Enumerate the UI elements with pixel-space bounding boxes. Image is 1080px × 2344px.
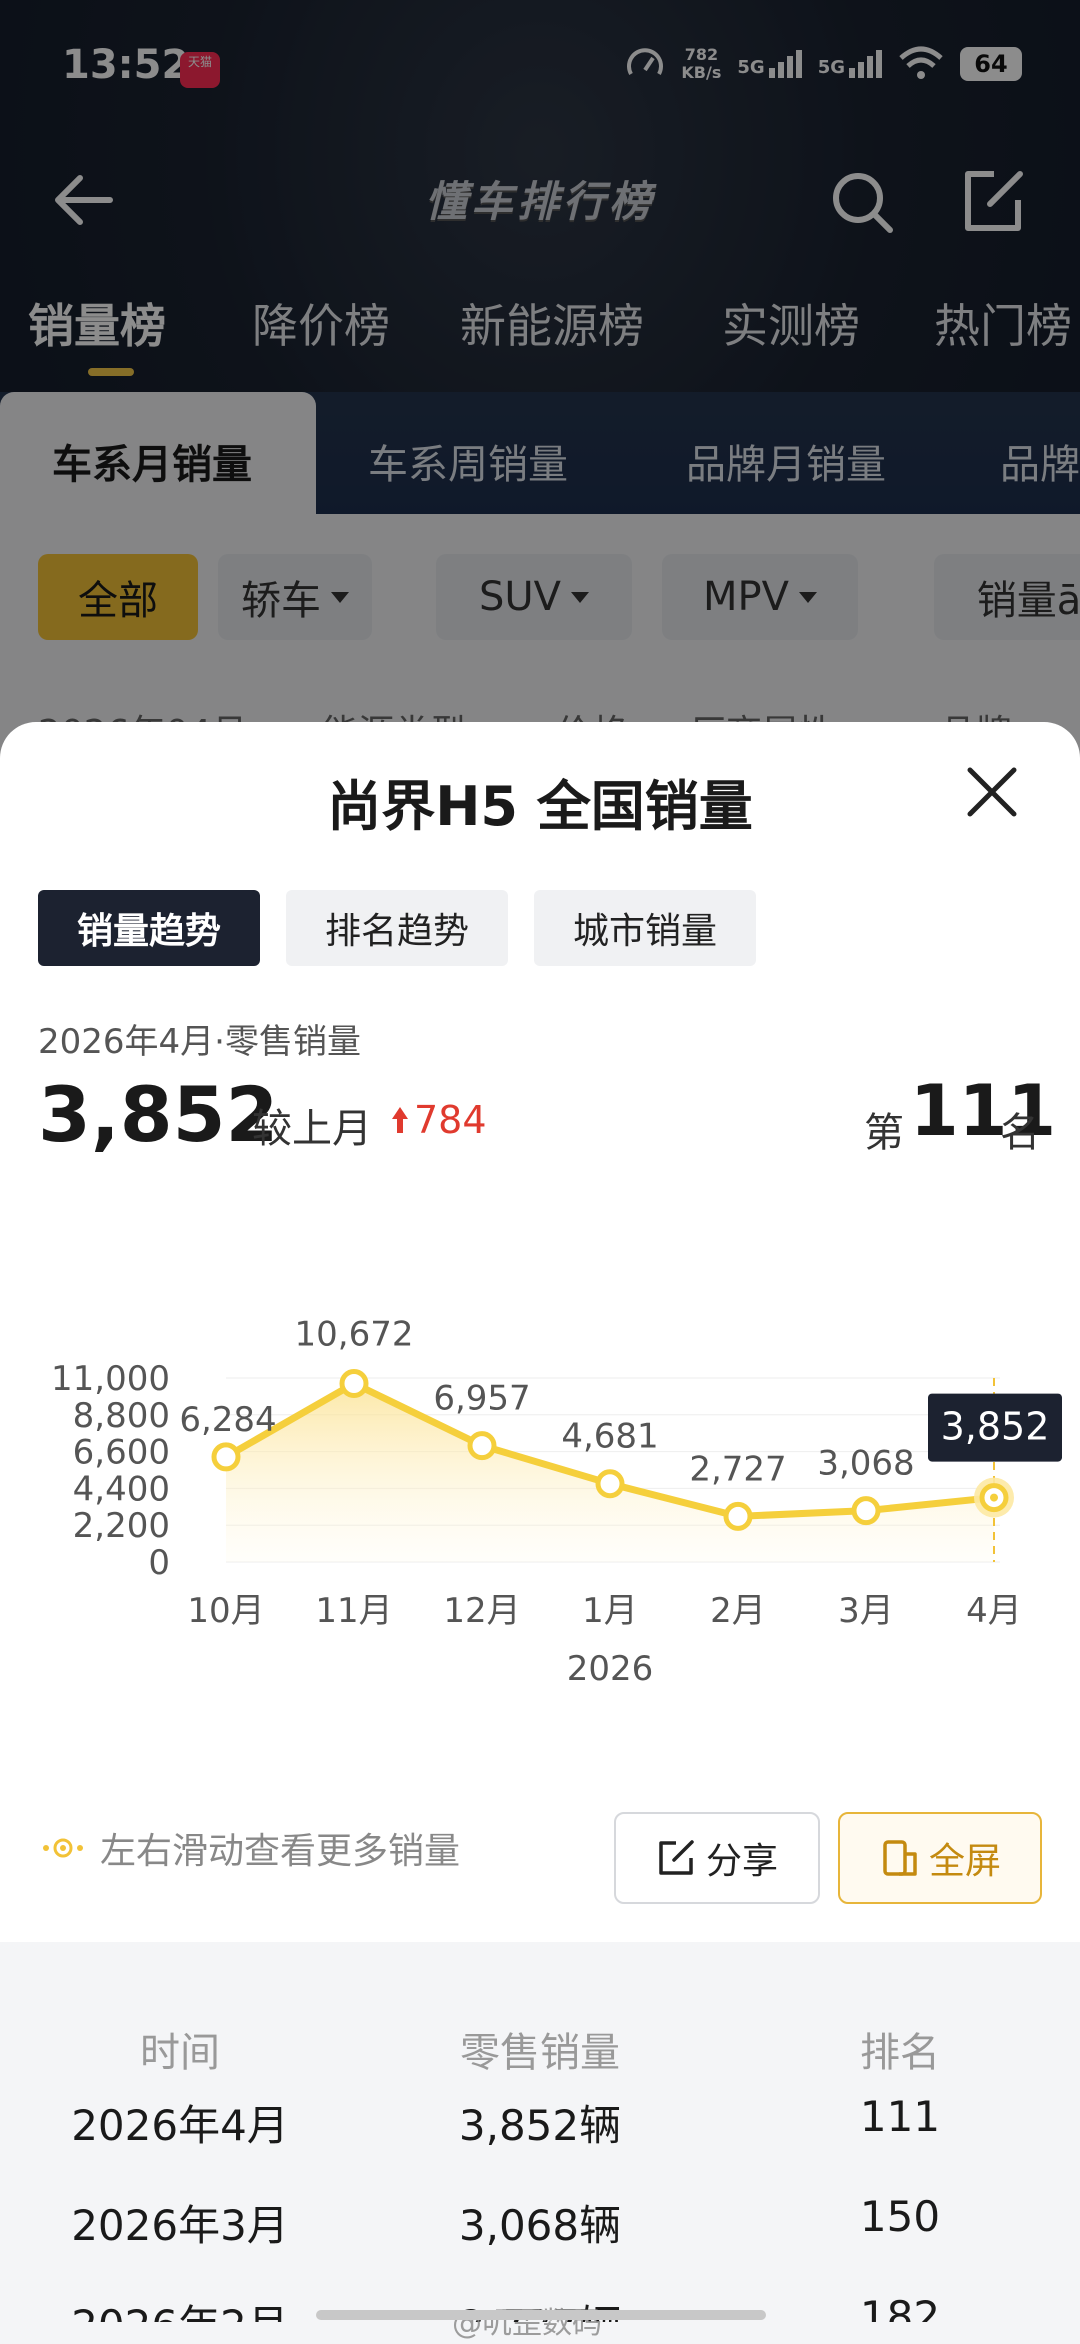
- data-point: [595, 1469, 625, 1499]
- swipe-dots-icon: [43, 1838, 83, 1858]
- y-tick-label: 2,200: [73, 1506, 170, 1546]
- period-label: 2026年4月·零售销量: [38, 1022, 361, 1062]
- rank-prefix: 第: [864, 1110, 904, 1156]
- y-tick-label: 4,400: [73, 1469, 170, 1509]
- y-tick-label: 6,600: [73, 1433, 170, 1473]
- tab-city-sales[interactable]: 城市销量: [534, 890, 756, 966]
- data-point: [339, 1368, 369, 1398]
- x-year-label: 2026: [567, 1649, 654, 1689]
- background-page: 13:52 天猫 782 KB/s 5G 5G 64 懂车排行榜 销量榜 降价榜…: [0, 0, 1080, 774]
- x-tick-label: 3月: [838, 1591, 894, 1631]
- sales-table: 时间 零售销量 排名 2026年4月 3,852辆 111 2026年3月 3,…: [0, 1942, 1080, 2344]
- col-header-rank: 排名: [860, 2030, 940, 2076]
- x-tick-label: 11月: [315, 1591, 392, 1631]
- data-point: [851, 1496, 881, 1526]
- data-point: [211, 1442, 241, 1472]
- data-label: 4,681: [561, 1417, 658, 1457]
- rank-suffix: 名: [1000, 1110, 1040, 1156]
- data-point-center: [990, 1493, 998, 1502]
- close-icon[interactable]: [960, 760, 1024, 824]
- x-tick-label: 2月: [710, 1591, 766, 1631]
- y-tick-label: 0: [148, 1543, 170, 1583]
- mom-change: 784: [390, 1098, 487, 1142]
- sales-trend-chart[interactable]: 11,0008,8006,6004,4002,2000 6,284 10,672 6,…: [0, 1212, 1080, 1732]
- col-header-time: 时间: [140, 2030, 220, 2076]
- table-cell-rank: 182: [859, 2292, 941, 2322]
- data-label: 10,672: [295, 1314, 414, 1354]
- tooltip-value: 3,852: [941, 1405, 1050, 1449]
- table-cell-rank: 150: [859, 2192, 941, 2241]
- data-label: 2,727: [689, 1449, 786, 1489]
- table-cell-time: 2026年4月: [71, 2101, 289, 2150]
- table-cell-time: 2026年2月: [40, 2292, 320, 2322]
- mom-label: 较上月: [252, 1106, 372, 1152]
- col-header-sales: 零售销量: [460, 2030, 620, 2076]
- fullscreen-icon: [883, 1840, 917, 1876]
- data-label: 6,284: [179, 1400, 276, 1440]
- x-tick-label: 1月: [582, 1591, 638, 1631]
- modal-overlay[interactable]: [0, 0, 1080, 760]
- share-icon: [659, 1840, 694, 1875]
- data-label: 6,957: [433, 1379, 530, 1419]
- sales-sheet: 尚界H5 全国销量 销量趋势 排名趋势 城市销量 2026年4月·零售销量 3,…: [0, 722, 1080, 2344]
- sheet-title: 尚界H5 全国销量: [327, 775, 753, 838]
- data-label: 3,068: [817, 1444, 914, 1484]
- table-cell-rank: 111: [859, 2092, 941, 2141]
- data-point: [467, 1431, 497, 1461]
- y-tick-label: 8,800: [73, 1396, 170, 1436]
- swipe-hint: 左右滑动查看更多销量: [40, 1822, 460, 1874]
- arrow-up-icon: [392, 1107, 408, 1133]
- fullscreen-button[interactable]: 全屏: [838, 1812, 1042, 1904]
- tab-sales-trend[interactable]: 销量趋势: [38, 890, 260, 966]
- share-button[interactable]: 分享: [614, 1812, 820, 1904]
- data-point: [723, 1501, 753, 1531]
- sales-value: 3,852: [38, 1070, 279, 1159]
- watermark: @叽歪数码: [452, 2306, 602, 2341]
- table-cell-time: 2026年3月: [71, 2201, 289, 2250]
- tab-rank-trend[interactable]: 排名趋势: [286, 890, 508, 966]
- x-tick-label: 12月: [443, 1591, 520, 1631]
- table-cell-sales: 3,852辆: [458, 2101, 622, 2150]
- x-tick-label: 10月: [187, 1591, 264, 1631]
- table-cell-sales: 3,068辆: [458, 2201, 622, 2250]
- y-tick-label: 11,000: [51, 1359, 170, 1399]
- x-tick-label: 4月: [966, 1591, 1022, 1631]
- home-indicator[interactable]: [316, 2310, 766, 2320]
